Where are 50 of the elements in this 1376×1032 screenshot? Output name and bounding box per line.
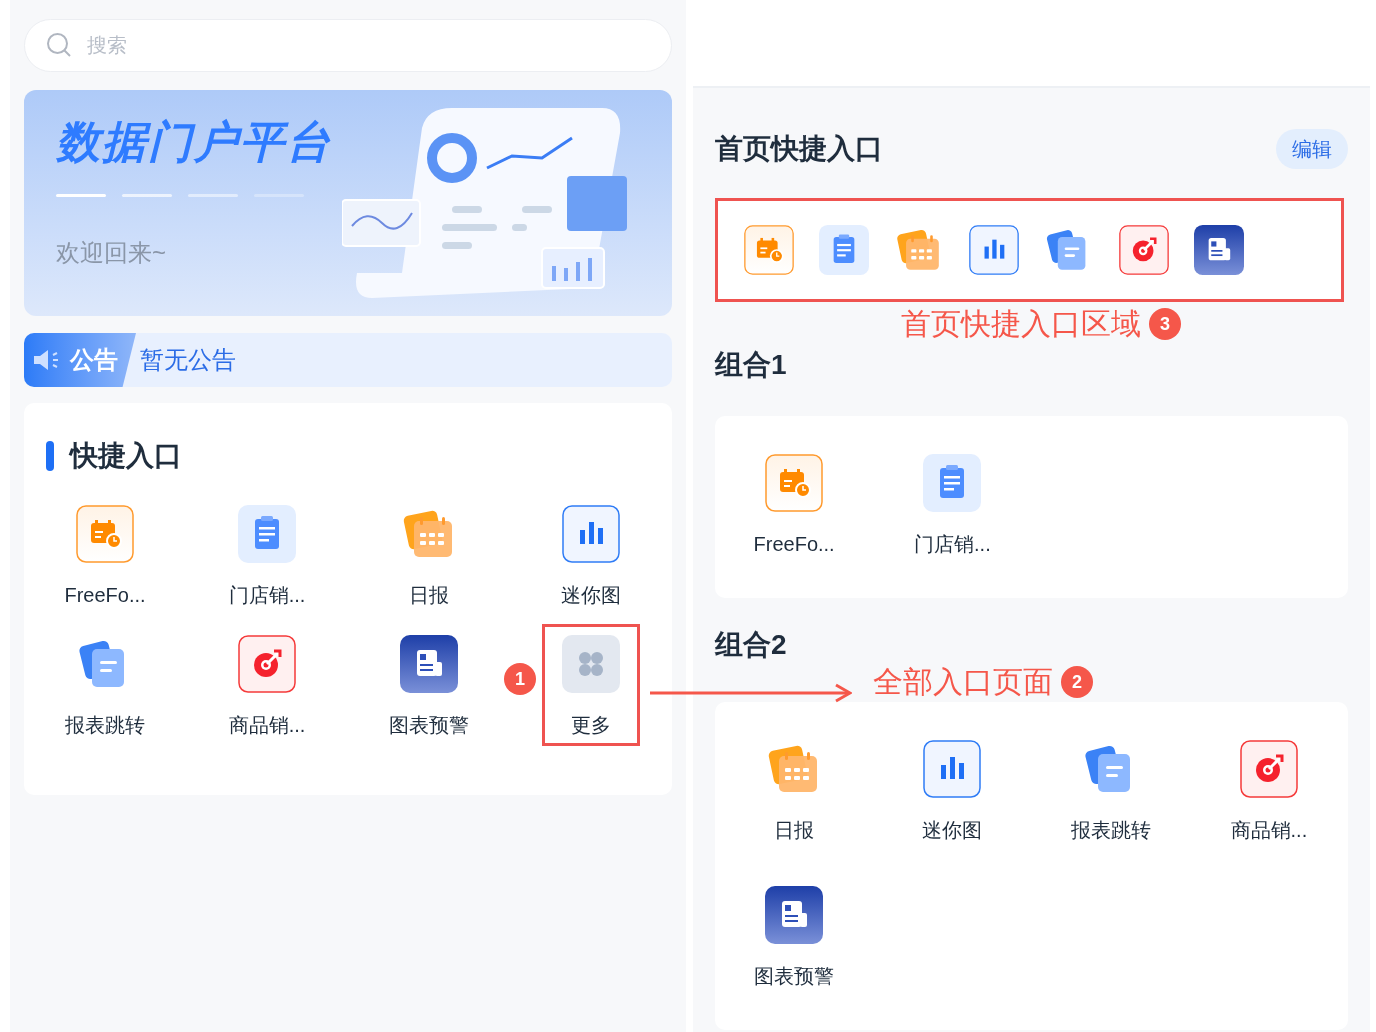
shortcut-button[interactable] [969,225,1019,275]
newspaper-icon [400,635,458,693]
calendar-clock-icon [76,505,134,563]
bar-chart-icon [562,505,620,563]
section-title: 首页快捷入口 [715,132,883,166]
banner-subtitle: 欢迎回来~ [56,238,167,268]
shortcut-tile[interactable]: 日报 [383,497,475,613]
number-badge: 1 [504,663,536,695]
accent-bar [46,441,54,471]
shortcut-tile[interactable]: 图表预警 [748,878,841,994]
clipboard-icon [819,225,869,275]
target-icon [238,635,296,693]
bar-chart-icon [969,225,1019,275]
number-badge: 2 [1061,666,1093,698]
clipboard-icon [238,505,296,563]
shortcut-tile[interactable]: 迷你图 [906,732,999,848]
shortcut-tile[interactable]: 图表预警 [383,627,475,743]
shortcut-tile[interactable]: 门店销... [221,497,313,613]
notice-text: 暂无公告 [140,345,236,375]
newspaper-icon [1194,225,1244,275]
edit-button[interactable]: 编辑 [1276,129,1348,169]
newspaper-icon [765,886,824,944]
calendar-clock-icon [765,454,824,512]
shortcut-tile[interactable]: 迷你图 [545,497,637,613]
shortcut-tile[interactable]: 更多 [545,627,637,743]
target-icon [1119,225,1169,275]
annotation-label: 首页快捷入口区域 [901,309,1141,339]
annotation-label: 全部入口页面 [873,667,1053,697]
notice-tag: 公告 [24,333,136,387]
shortcut-button[interactable] [1194,225,1244,275]
shortcut-button[interactable] [1119,225,1169,275]
search-field[interactable]: 搜索 [24,19,672,72]
calendar-clock-icon [744,225,794,275]
shortcut-tile[interactable]: 日报 [748,732,841,848]
shortcut-tile[interactable]: FreeFo... [748,446,841,562]
shortcut-tile[interactable]: 报表跳转 [1064,732,1157,848]
shortcut-tile[interactable]: 报表跳转 [59,627,151,743]
group-title: 组合2 [715,628,787,662]
section-title: 快捷入口 [70,439,182,473]
bar-chart-icon [923,740,982,798]
number-badge: 3 [1149,308,1181,340]
group-title: 组合1 [715,348,787,382]
banner-title: 数据门户平台 [56,120,332,164]
shortcut-tile[interactable]: FreeFo... [59,497,151,613]
shortcut-tile[interactable]: 商品销... [1222,732,1315,848]
shortcut-tile[interactable]: 门店销... [906,446,999,562]
shortcut-tile[interactable]: 商品销... [221,627,313,743]
clipboard-icon [923,454,982,512]
target-icon [1239,740,1298,798]
grid-icon [562,635,620,693]
